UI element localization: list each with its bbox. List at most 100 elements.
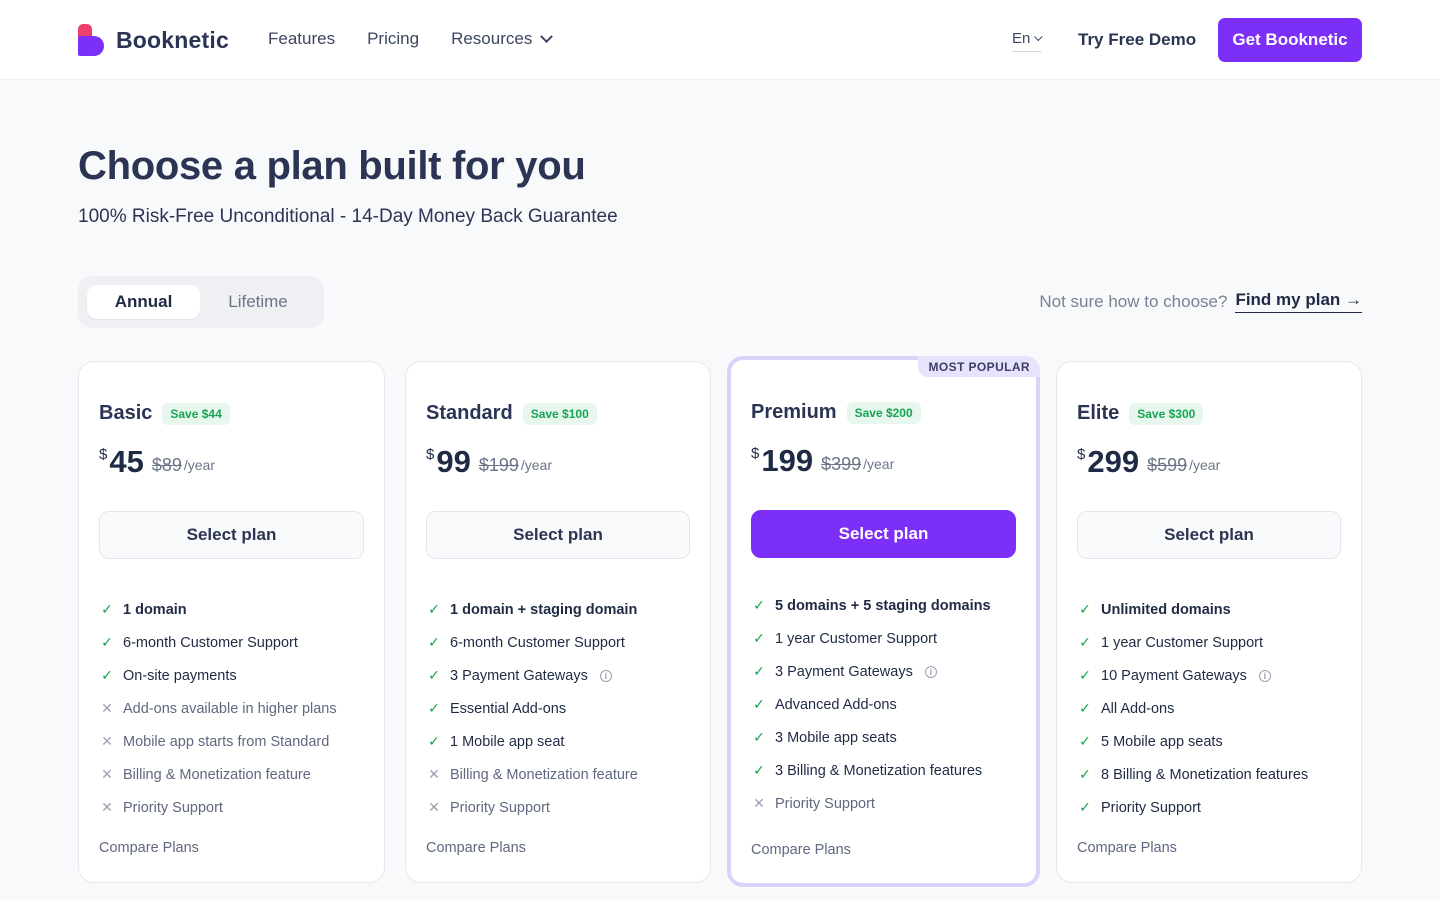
- check-icon: ✓: [428, 601, 440, 617]
- nav-pricing[interactable]: Pricing: [367, 29, 419, 49]
- price-amount: 299: [1087, 444, 1140, 479]
- feature-item: ✓ 1 Mobile app seat: [426, 725, 638, 758]
- nav-features[interactable]: Features: [268, 29, 335, 49]
- check-icon: ✓: [753, 663, 765, 679]
- check-icon: ✓: [1079, 601, 1091, 617]
- check-icon: ✓: [753, 729, 765, 745]
- compare-plans-link[interactable]: Compare Plans: [1077, 840, 1177, 856]
- page-subtitle: 100% Risk-Free Unconditional - 14-Day Mo…: [78, 206, 618, 227]
- x-icon: ✕: [101, 733, 113, 749]
- plan-name: Basic: [99, 402, 153, 424]
- feature-text: 3 Payment Gateways: [450, 667, 588, 684]
- feature-item: ✓ 3 Payment Gateways i: [426, 659, 638, 692]
- chevron-down-icon: [540, 29, 554, 43]
- feature-text: 8 Billing & Monetization features: [1101, 766, 1309, 783]
- plan-name: Premium: [751, 401, 837, 423]
- check-icon: ✓: [1079, 667, 1091, 683]
- feature-item: ✕ Billing & Monetization feature: [426, 758, 638, 791]
- plan-help: Not sure how to choose? Find my plan →: [1039, 290, 1362, 313]
- currency-symbol: $: [751, 445, 760, 462]
- feature-item: ✓ All Add-ons: [1077, 692, 1308, 725]
- select-plan-button[interactable]: Select plan: [751, 510, 1016, 558]
- feature-item: ✕ Add-ons available in higher plans: [99, 692, 337, 725]
- main-nav: Features Pricing Resources: [268, 29, 583, 49]
- check-icon: ✓: [753, 597, 765, 613]
- feature-text: 5 Mobile app seats: [1101, 733, 1223, 750]
- price-amount: 45: [109, 444, 144, 479]
- check-icon: ✓: [1079, 700, 1091, 716]
- feature-item: ✓ 6-month Customer Support: [426, 626, 638, 659]
- currency-symbol: $: [426, 446, 435, 463]
- chevron-down-icon: [1034, 32, 1043, 41]
- old-price: $199: [478, 455, 519, 475]
- plan-header: Standard Save $100: [426, 402, 597, 425]
- select-plan-button[interactable]: Select plan: [99, 511, 364, 559]
- feature-item: ✕ Priority Support: [751, 787, 991, 820]
- feature-item: ✓ 5 Mobile app seats: [1077, 725, 1308, 758]
- x-icon: ✕: [428, 799, 440, 815]
- feature-text: Advanced Add-ons: [775, 696, 897, 713]
- feature-item: ✓ 8 Billing & Monetization features: [1077, 758, 1308, 791]
- compare-plans-link[interactable]: Compare Plans: [426, 840, 526, 856]
- feature-text: Billing & Monetization feature: [123, 766, 311, 783]
- feature-text: 6-month Customer Support: [450, 634, 625, 651]
- language-selector[interactable]: En: [1012, 30, 1043, 52]
- x-icon: ✕: [101, 799, 113, 815]
- feature-text: 6-month Customer Support: [123, 634, 298, 651]
- feature-text: Priority Support: [775, 795, 875, 812]
- plan-card-standard: Standard Save $100 $ 99 $199 /year Selec…: [405, 361, 711, 883]
- feature-item: ✓ Advanced Add-ons: [751, 688, 991, 721]
- feature-text: Priority Support: [450, 799, 550, 816]
- nav-resources[interactable]: Resources: [451, 29, 554, 49]
- feature-list: ✓ 1 domain + staging domain ✓ 6-month Custo…: [426, 593, 638, 824]
- plan-header: Elite Save $300: [1077, 402, 1204, 425]
- info-icon[interactable]: i: [599, 669, 612, 682]
- old-price: $89: [151, 455, 182, 475]
- compare-plans-link[interactable]: Compare Plans: [751, 842, 851, 858]
- plan-header: Premium Save $200: [751, 401, 921, 424]
- select-plan-button[interactable]: Select plan: [1077, 511, 1341, 559]
- feature-text: 1 year Customer Support: [775, 630, 937, 647]
- info-icon[interactable]: i: [924, 665, 937, 678]
- help-text: Not sure how to choose?: [1039, 291, 1228, 311]
- check-icon: ✓: [753, 630, 765, 646]
- price-row: $ 45 $89 /year: [99, 445, 215, 479]
- compare-plans-link[interactable]: Compare Plans: [99, 840, 199, 856]
- most-popular-badge: MOST POPULAR: [917, 356, 1040, 377]
- check-icon: ✓: [101, 667, 113, 683]
- select-plan-button[interactable]: Select plan: [426, 511, 690, 559]
- find-my-plan-link[interactable]: Find my plan →: [1235, 290, 1362, 313]
- feature-item: ✓ 6-month Customer Support: [99, 626, 337, 659]
- price-amount: 99: [436, 444, 471, 479]
- feature-text: Priority Support: [123, 799, 223, 816]
- language-label: En: [1012, 30, 1031, 47]
- feature-item: ✓ 5 domains + 5 staging domains: [751, 589, 990, 622]
- feature-item: ✓ 3 Mobile app seats: [751, 721, 991, 754]
- try-demo-link[interactable]: Try Free Demo: [1078, 30, 1196, 50]
- feature-text: 3 Payment Gateways: [775, 663, 913, 680]
- feature-item: ✕ Mobile app starts from Standard: [99, 725, 337, 758]
- old-price: $599: [1147, 455, 1188, 475]
- price-period: /year: [863, 456, 895, 472]
- save-badge: Save $100: [522, 402, 597, 425]
- feature-text: Priority Support: [1101, 799, 1201, 816]
- feature-text: 3 Billing & Monetization features: [775, 762, 983, 779]
- feature-item: ✓ On-site payments: [99, 659, 337, 692]
- feature-text: 1 domain + staging domain: [450, 601, 638, 618]
- plan-card-elite: Elite Save $300 $ 299 $599 /year Select …: [1056, 361, 1362, 883]
- feature-item: ✓ Priority Support: [1077, 791, 1308, 824]
- x-icon: ✕: [753, 795, 765, 811]
- check-icon: ✓: [101, 601, 113, 617]
- old-price: $399: [821, 454, 862, 474]
- check-icon: ✓: [753, 696, 765, 712]
- nav-pricing-label: Pricing: [367, 29, 420, 48]
- brand-logo[interactable]: Booknetic: [78, 24, 229, 56]
- get-booknetic-button[interactable]: Get Booknetic: [1218, 18, 1362, 62]
- toggle-annual[interactable]: Annual: [87, 285, 200, 319]
- toggle-lifetime[interactable]: Lifetime: [204, 285, 312, 319]
- info-icon[interactable]: i: [1258, 669, 1271, 682]
- currency-symbol: $: [1077, 446, 1086, 463]
- price-period: /year: [1189, 457, 1221, 473]
- feature-list: ✓ 5 domains + 5 staging domains ✓ 1 year Cu…: [751, 589, 991, 820]
- save-badge: Save $200: [846, 401, 921, 424]
